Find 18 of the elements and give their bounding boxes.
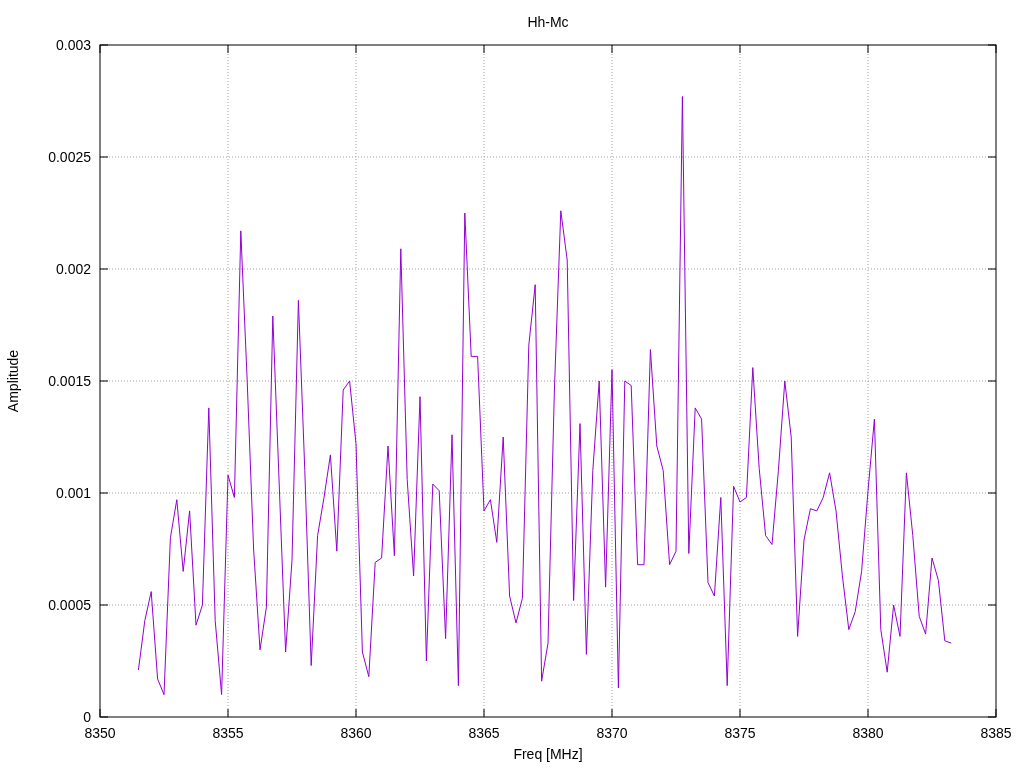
y-tick-label: 0.002 (55, 261, 91, 277)
y-tick-label: 0 (83, 709, 91, 725)
x-axis-label: Freq [MHz] (513, 746, 583, 762)
chart-title: Hh-Mc (527, 14, 569, 30)
y-tick-label: 0.0015 (48, 373, 91, 389)
x-tick-label: 8365 (468, 725, 500, 741)
x-tick-label: 8370 (596, 725, 628, 741)
x-tick-label: 8385 (980, 725, 1012, 741)
y-tick-label: 0.003 (55, 37, 91, 53)
x-tick-label: 8350 (84, 725, 116, 741)
x-tick-label: 8360 (340, 725, 372, 741)
x-tick-label: 8375 (724, 725, 756, 741)
y-tick-label: 0.0025 (48, 149, 91, 165)
x-tick-label: 8380 (852, 725, 884, 741)
y-tick-label: 0.001 (55, 485, 91, 501)
x-tick-label: 8355 (212, 725, 244, 741)
y-axis-label: Amplitude (5, 349, 21, 413)
y-tick-label: 0.0005 (48, 597, 91, 613)
